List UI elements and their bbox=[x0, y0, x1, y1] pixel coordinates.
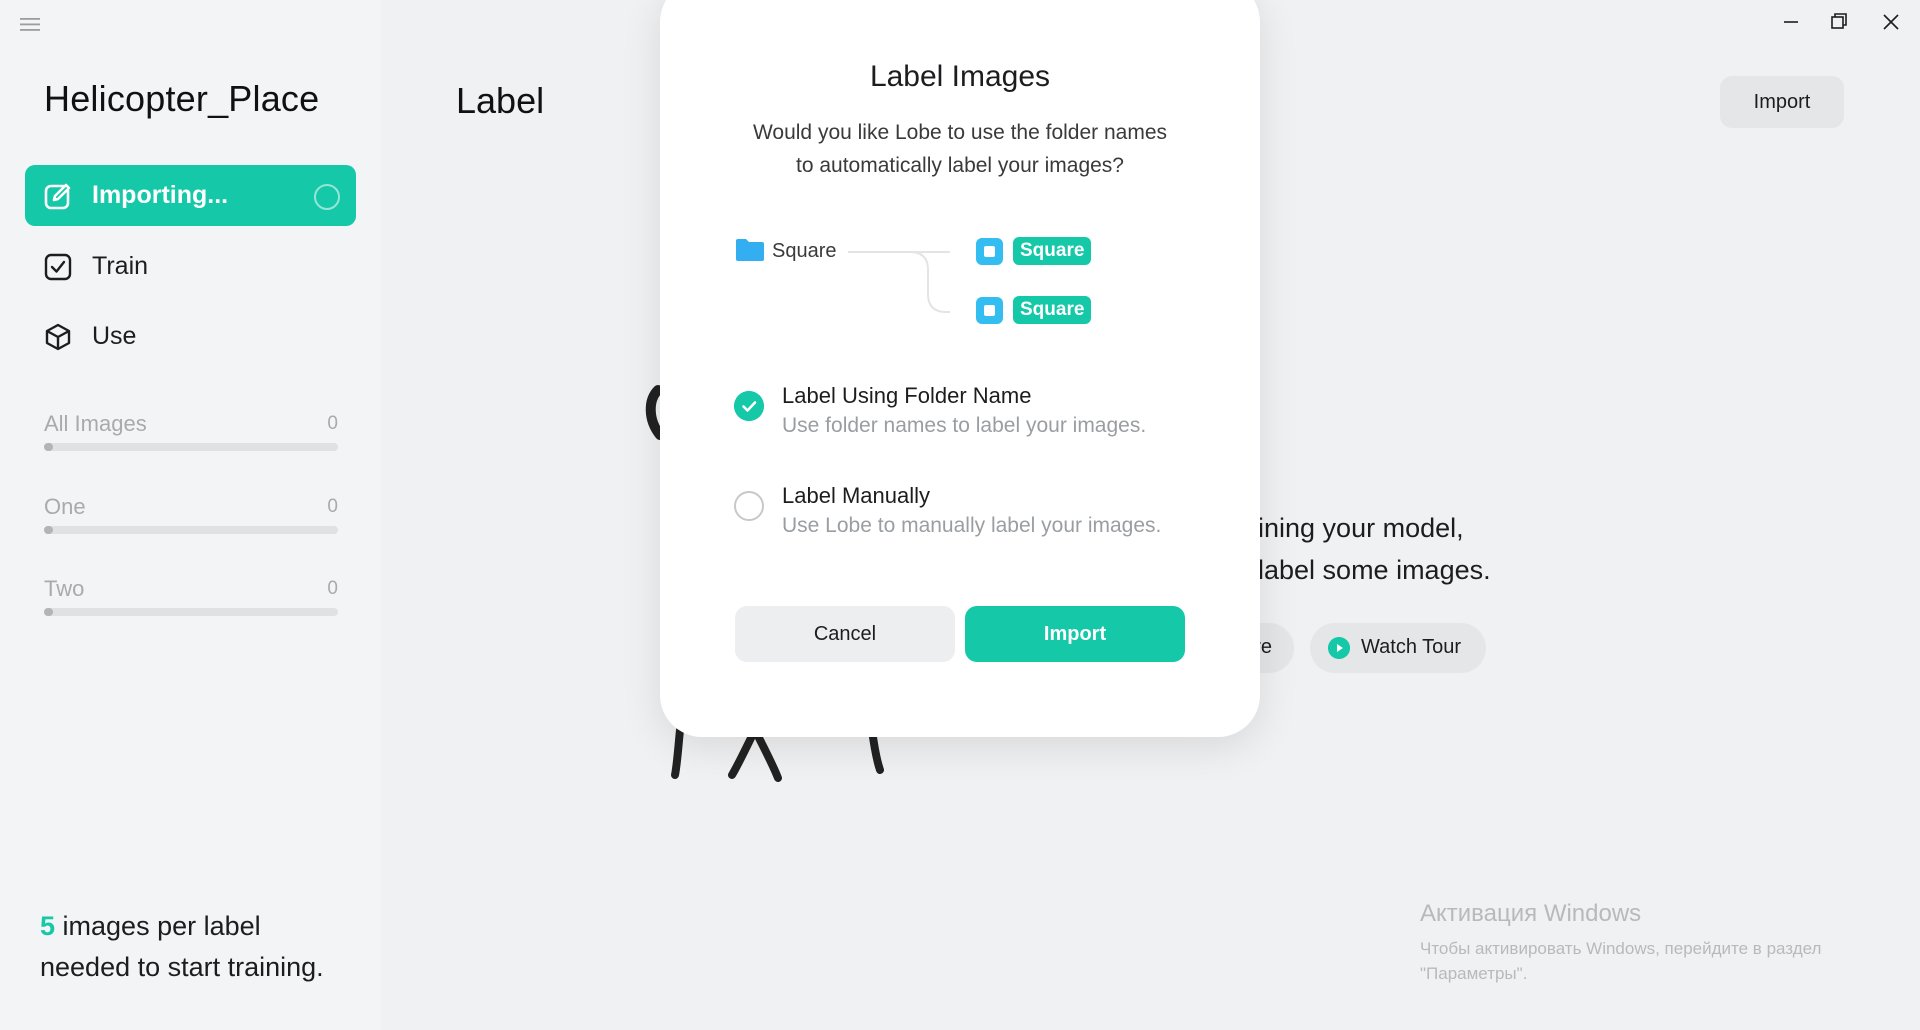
nav-item-import[interactable]: Importing... bbox=[25, 165, 356, 226]
option-label-using-folder-name[interactable]: Label Using Folder Name Use folder names… bbox=[734, 383, 1194, 453]
training-hint: 5 images per label needed to start train… bbox=[40, 906, 360, 988]
restore-icon[interactable] bbox=[1824, 9, 1854, 35]
label-count: 0 bbox=[327, 496, 338, 517]
intro-text-line1: ining your model, bbox=[1258, 513, 1464, 543]
minimize-icon[interactable] bbox=[1776, 9, 1806, 35]
dialog-title: Label Images bbox=[869, 60, 1051, 93]
menu-icon[interactable] bbox=[18, 14, 42, 34]
label-images-dialog: Label Images Would you like Lobe to use … bbox=[660, 0, 1260, 737]
close-icon[interactable] bbox=[1876, 9, 1906, 35]
page-title: Label bbox=[456, 80, 545, 121]
windows-activation-watermark: Активация Windows Чтобы активировать Win… bbox=[1420, 900, 1860, 986]
dialog-description: Would you like Lobe to use the folder na… bbox=[730, 116, 1190, 182]
label-name: All Images bbox=[44, 411, 147, 436]
edit-icon bbox=[44, 183, 71, 210]
label-progress-bar bbox=[44, 443, 338, 451]
folder-label-diagram: Square Square Square bbox=[730, 230, 1190, 340]
intro-text-line2: label some images. bbox=[1258, 555, 1491, 585]
cube-icon bbox=[45, 323, 71, 351]
progress-fill bbox=[44, 608, 53, 616]
confirm-import-button[interactable]: Import bbox=[965, 606, 1185, 662]
description-line2: to automatically label your images? bbox=[795, 154, 1124, 177]
radio-selected-icon[interactable] bbox=[734, 391, 764, 421]
cancel-button[interactable]: Cancel bbox=[735, 606, 955, 662]
watermark-title: Активация Windows bbox=[1420, 900, 1642, 927]
label-name: One bbox=[44, 494, 86, 519]
option-description: Use folder names to label your images. bbox=[782, 414, 1147, 437]
label-count: 0 bbox=[327, 578, 338, 599]
radio-unselected-icon[interactable] bbox=[734, 491, 764, 521]
label-count: 0 bbox=[327, 413, 338, 434]
hint-text-1: images per label bbox=[55, 911, 261, 941]
project-title[interactable]: Helicopter_Place bbox=[44, 78, 319, 120]
loading-spinner-icon bbox=[314, 184, 340, 210]
description-line1: Would you like Lobe to use the folder na… bbox=[752, 121, 1168, 144]
watch-tour-label: Watch Tour bbox=[1361, 636, 1462, 658]
label-chip: Square bbox=[1013, 296, 1092, 324]
label-progress-bar bbox=[44, 608, 338, 616]
nav-item-train[interactable]: Train bbox=[25, 236, 356, 297]
folder-icon bbox=[736, 239, 764, 261]
progress-fill bbox=[44, 526, 53, 534]
label-name: Two bbox=[44, 576, 85, 601]
option-description: Use Lobe to manually label your images. bbox=[782, 514, 1162, 537]
watermark-line1: Чтобы активировать Windows, перейдите в … bbox=[1420, 939, 1822, 958]
option-title: Label Using Folder Name bbox=[782, 383, 1032, 408]
checkbox-icon bbox=[44, 253, 72, 281]
option-title: Label Manually bbox=[782, 483, 930, 508]
nav-label: Use bbox=[92, 322, 137, 350]
option-label-manually[interactable]: Label Manually Use Lobe to manually labe… bbox=[734, 483, 1194, 553]
checkbox-checked-icon bbox=[976, 297, 1003, 324]
watch-tour-button[interactable]: Watch Tour bbox=[1310, 623, 1486, 673]
watermark-text: Чтобы активировать Windows, перейдите в … bbox=[1420, 936, 1860, 986]
label-progress-bar bbox=[44, 526, 338, 534]
label-chip: Square bbox=[1013, 237, 1092, 265]
lobe-app-window: Helicopter_Place Importing... Train Use bbox=[0, 0, 1920, 1030]
checkbox-checked-icon bbox=[976, 238, 1003, 265]
nav-label: Train bbox=[92, 252, 149, 280]
progress-fill bbox=[44, 443, 53, 451]
hint-number: 5 bbox=[40, 911, 56, 941]
hint-text-2: needed to start training. bbox=[40, 952, 324, 982]
nav-label: Importing... bbox=[92, 181, 229, 209]
nav-item-use[interactable]: Use bbox=[25, 306, 356, 367]
watermark-line2: "Параметры". bbox=[1420, 964, 1528, 983]
folder-name: Square bbox=[772, 240, 837, 262]
play-icon bbox=[1328, 637, 1350, 659]
sidebar: Helicopter_Place Importing... Train Use bbox=[0, 0, 381, 1030]
import-button[interactable]: Import bbox=[1720, 76, 1844, 128]
